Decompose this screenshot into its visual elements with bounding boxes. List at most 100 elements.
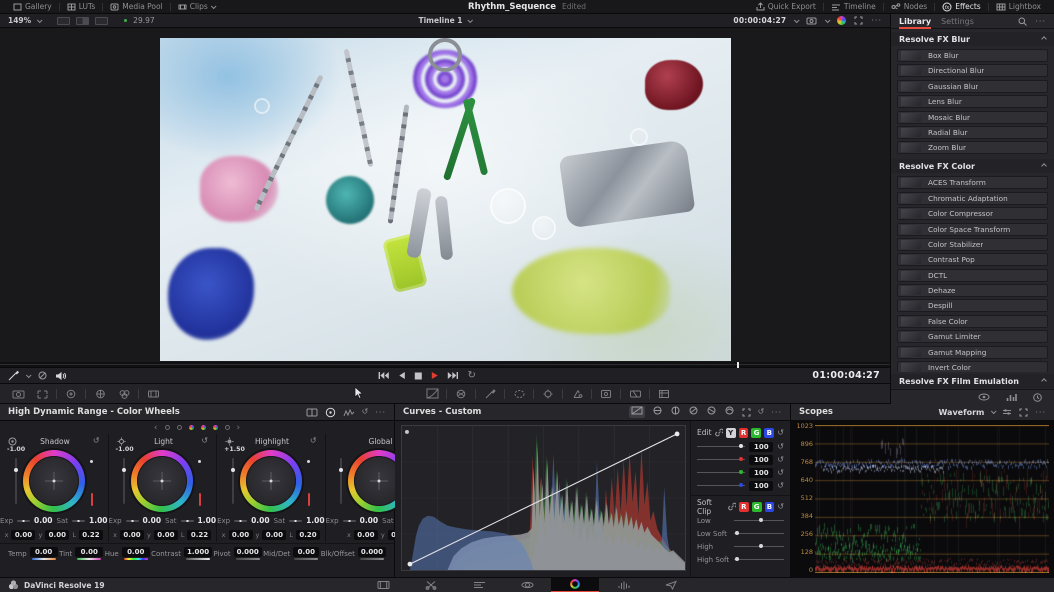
color-wheels-icon[interactable] [59,387,83,401]
zone-icon[interactable] [225,437,234,446]
key-icon[interactable] [623,387,647,401]
reset-icon[interactable]: ↺ [362,408,369,416]
zone-icon[interactable] [117,437,126,446]
reset-icon[interactable]: ↺ [777,443,784,451]
step-back-icon[interactable] [398,371,405,380]
reset-icon[interactable]: ↺ [93,437,100,445]
wheel-puck[interactable] [378,480,381,483]
page-color[interactable] [551,578,599,592]
tab-library[interactable]: Library [899,17,931,26]
hue-vs-hue-icon[interactable] [652,406,663,418]
section-header-color[interactable]: Resolve FX Color [891,159,1054,173]
chevron-down-icon[interactable] [467,17,473,23]
soft-clip-r-button[interactable]: R [739,502,749,512]
b-gain-slider[interactable] [697,485,745,486]
black-offset-value[interactable]: 0.000 [358,547,386,557]
reset-icon[interactable]: ↺ [777,482,784,490]
expand-icon[interactable] [1019,408,1028,417]
contrast-value[interactable]: 1.000 [184,547,212,557]
lightbox-button[interactable]: Lightbox [989,0,1048,13]
bypass-grades-icon[interactable] [37,371,48,380]
wipe-mode-icon[interactable] [57,17,70,25]
options-menu-icon[interactable]: ··· [771,408,782,417]
ab-compare-icon[interactable] [306,408,318,417]
channel-r-button[interactable]: R [739,428,749,438]
collapse-icon[interactable] [1041,36,1047,42]
g-gain-slider[interactable] [697,472,745,473]
soft-clip-g-button[interactable]: G [752,502,762,512]
page-edit[interactable] [455,578,503,592]
hue-vs-lum-icon[interactable] [688,406,699,418]
split-screen-icon[interactable] [76,17,89,25]
fx-item[interactable]: Chromatic Adaptation [897,192,1048,205]
timeline-button[interactable]: Timeline [824,0,883,13]
reset-icon[interactable]: ↺ [777,503,784,511]
nodes-button[interactable]: Nodes [884,0,934,13]
viewer[interactable] [0,28,890,362]
sizing-icon[interactable] [652,387,676,401]
section-header-film-emulation[interactable]: Resolve FX Film Emulation [891,374,1054,388]
x-value[interactable]: 0.00 [120,530,144,540]
luts-button[interactable]: LUTs [60,0,103,13]
effects-button[interactable]: fx Effects [935,0,988,13]
reset-icon[interactable]: ↺ [777,429,784,437]
expand-icon[interactable] [854,16,863,25]
tab-settings[interactable]: Settings [941,17,974,26]
fx-item[interactable]: Color Compressor [897,207,1048,220]
power-window-icon[interactable] [507,387,531,401]
options-menu-icon[interactable]: ··· [1035,17,1046,26]
mid-detail-value[interactable]: 0.00 [293,547,319,557]
exp-value[interactable]: 0.00 [34,516,53,525]
reset-icon[interactable]: ↺ [201,437,208,445]
r-gain-value[interactable]: 100 [749,455,773,465]
tint-value[interactable]: 0.00 [75,547,103,557]
wheel-puck[interactable] [161,480,164,483]
options-menu-icon[interactable]: ··· [1035,408,1046,417]
curves-custom-mode-icon[interactable] [629,406,645,418]
y-value[interactable]: 0.00 [45,530,69,540]
scope-settings-icon[interactable] [1002,408,1012,416]
fx-item[interactable]: Despill [897,299,1048,312]
histogram-icon[interactable] [1006,393,1017,402]
r-gain-slider[interactable] [697,459,745,460]
prev-zone-icon[interactable]: ‹ [154,423,158,433]
reset-icon[interactable]: ↺ [310,437,317,445]
master-slider[interactable] [340,458,342,504]
fx-item[interactable]: Dehaze [897,284,1048,297]
hue-slider[interactable] [124,558,148,560]
section-header-blur[interactable]: Resolve FX Blur [891,32,1054,46]
high-slider[interactable] [734,546,784,547]
l-value[interactable]: 0.22 [79,530,103,540]
fx-item[interactable]: Contrast Pop [897,253,1048,266]
page-deliver[interactable] [647,578,695,592]
fx-item[interactable]: Radial Blur [897,126,1048,139]
zone-dot[interactable] [201,425,206,430]
color-wheel[interactable] [23,450,85,512]
sat-value[interactable]: 1.00 [89,516,108,525]
color-wheel[interactable] [131,450,193,512]
collapse-icon[interactable] [1041,378,1047,384]
b-gain-value[interactable]: 100 [749,481,773,491]
reset-icon[interactable]: ↺ [758,408,765,416]
reset-icon[interactable]: ↺ [777,469,784,477]
scope-mode-selector[interactable]: Waveform [939,408,985,417]
lum-vs-sat-icon[interactable] [706,406,717,418]
soft-clip-b-button[interactable]: B [765,502,775,512]
target-icon[interactable] [325,407,336,418]
clips-button[interactable]: Clips [171,0,222,13]
zone-icon[interactable] [8,437,17,446]
sat-value[interactable]: 1.00 [198,516,217,525]
play-icon[interactable] [431,371,438,380]
fx-item[interactable]: Box Blur [897,49,1048,62]
zone-dot[interactable] [225,425,230,430]
sat-slider[interactable] [181,520,194,522]
channel-y-button[interactable]: Y [726,428,736,438]
zoom-level[interactable]: 149% [8,16,31,25]
zone-dot[interactable] [213,425,218,430]
magic-mask-icon[interactable] [565,387,589,401]
mid-detail-control[interactable]: Mid/Det 0.00 [263,547,319,560]
fx-item[interactable]: False Color [897,315,1048,328]
low-slider[interactable] [734,520,784,521]
tint-slider[interactable] [77,558,101,560]
contrast-slider[interactable] [186,558,210,560]
